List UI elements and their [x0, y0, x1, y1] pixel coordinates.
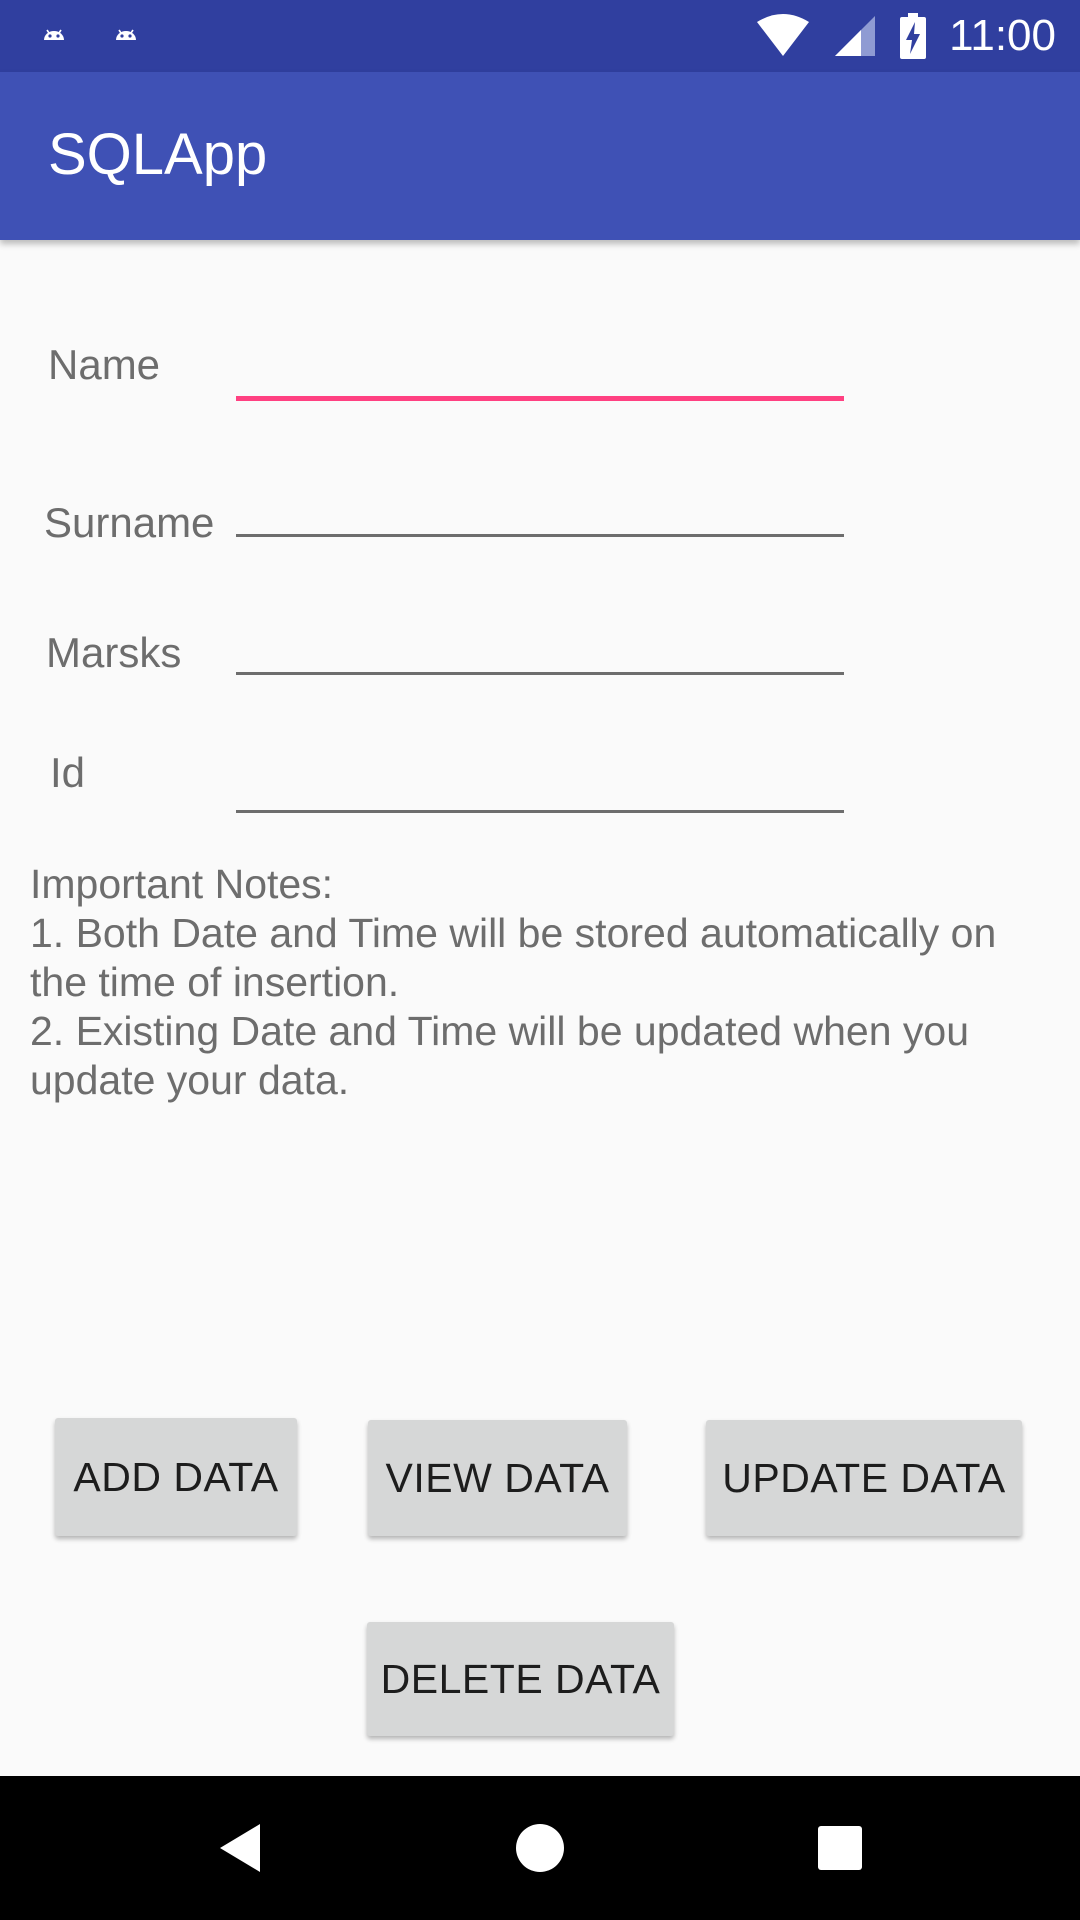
surname-label: Surname: [44, 499, 215, 546]
notes-line-2: 2. Existing Date and Time will be update…: [30, 1008, 981, 1103]
update-data-button[interactable]: UPDATE DATA: [706, 1420, 1022, 1536]
marks-input-underline: [236, 672, 844, 675]
important-notes: Important Notes: 1. Both Date and Time w…: [30, 860, 1060, 1105]
add-data-button[interactable]: ADD DATA: [55, 1418, 297, 1536]
navigation-bar: [0, 1776, 1080, 1920]
name-label: Name: [48, 341, 161, 388]
android-notification-icon: [116, 29, 136, 40]
recents-button[interactable]: [760, 1776, 920, 1920]
status-time: 11:00: [949, 11, 1056, 60]
id-input-underline: [236, 810, 844, 813]
home-icon: [516, 1824, 564, 1872]
surname-input-underline: [236, 534, 844, 537]
id-label: Id: [50, 749, 86, 796]
app-title: SQLApp: [48, 122, 268, 187]
marks-input[interactable]: [236, 604, 844, 674]
android-notification-icon: [44, 29, 64, 40]
status-bar: 11:00: [0, 0, 1080, 72]
notes-line-1: 1. Both Date and Time will be stored aut…: [30, 910, 1008, 1005]
signal-icon: [835, 16, 876, 56]
view-data-button[interactable]: VIEW DATA: [368, 1420, 627, 1536]
surname-input[interactable]: [236, 466, 844, 536]
recents-icon: [818, 1826, 862, 1870]
marks-label: Marsks: [46, 629, 182, 676]
app-bar: SQLApp: [0, 72, 1080, 240]
back-button[interactable]: [160, 1776, 320, 1920]
delete-data-button[interactable]: DELETE DATA: [367, 1622, 674, 1736]
id-input[interactable]: [236, 742, 844, 812]
battery-charging-icon: [900, 13, 927, 59]
home-button[interactable]: [460, 1776, 620, 1920]
wifi-icon: [757, 14, 810, 56]
back-icon: [220, 1824, 260, 1872]
notes-title: Important Notes:: [30, 861, 334, 907]
name-input-underline: [236, 396, 844, 401]
name-input[interactable]: [236, 326, 844, 396]
